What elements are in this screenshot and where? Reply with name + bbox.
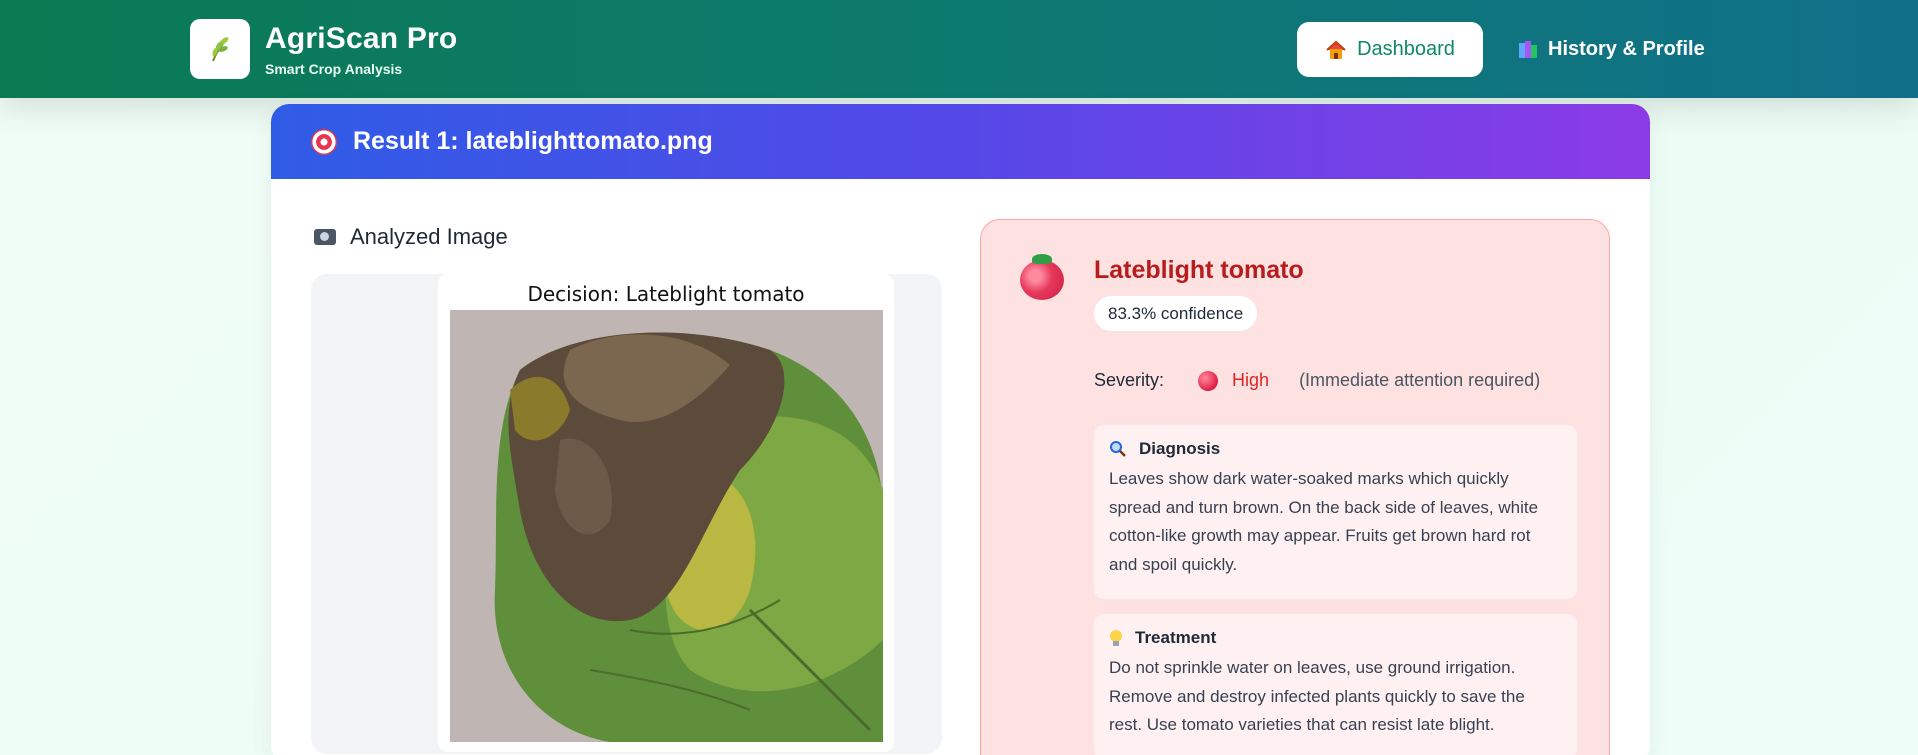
books-icon [1518, 40, 1538, 60]
top-navbar: AgriScan Pro Smart Crop Analysis Dashboa… [0, 0, 1918, 98]
diagnosis-title: Diagnosis [1139, 439, 1221, 458]
analyzed-image-panel: Decision: Lateblight tomato [311, 274, 942, 754]
treatment-text: Do not sprinkle water on leaves, use gro… [1109, 658, 1525, 734]
tomato-icon [1020, 254, 1064, 300]
diagnosis-heading: Diagnosis [1109, 439, 1562, 459]
severity-label: Severity: [1094, 370, 1165, 390]
result-card: Result 1: lateblighttomato.png Analyzed … [271, 104, 1650, 755]
app-subtitle: Smart Crop Analysis [265, 61, 403, 77]
leaf-photo[interactable] [450, 310, 883, 742]
disease-name: Lateblight tomato [1094, 256, 1304, 284]
diagnosis-panel: Lateblight tomato 83.3% confidence Sever… [980, 219, 1610, 755]
treatment-title: Treatment [1135, 628, 1217, 647]
decision-caption: Decision: Lateblight tomato [527, 282, 805, 306]
analyzed-image-heading: Analyzed Image [314, 224, 508, 250]
diagnosis-text: Leaves show dark water-soaked marks whic… [1109, 469, 1539, 574]
treatment-box: Treatment Do not sprinkle water on leave… [1094, 614, 1577, 755]
light-bulb-icon [1109, 629, 1123, 647]
house-icon [1325, 40, 1347, 60]
confidence-badge: 83.3% confidence [1094, 296, 1258, 331]
treatment-heading: Treatment [1109, 628, 1562, 648]
red-circle-icon [1198, 370, 1219, 391]
severity-level: High [1232, 370, 1270, 390]
severity-row: Severity: High (Immediate attention requ… [1094, 370, 1540, 391]
magnifying-glass-icon [1109, 440, 1127, 458]
sprout-icon [212, 37, 229, 62]
dashboard-nav-button[interactable]: Dashboard [1297, 22, 1483, 77]
dashboard-nav-label: Dashboard [1357, 38, 1455, 60]
severity-note: (Immediate attention required) [1299, 370, 1541, 390]
history-profile-nav-link[interactable]: History & Profile [1518, 22, 1705, 77]
result-card-header: Result 1: lateblighttomato.png [271, 104, 1650, 179]
analyzed-image-label: Analyzed Image [350, 224, 508, 249]
app-logo[interactable] [190, 19, 250, 79]
target-icon [311, 128, 337, 155]
app-title: AgriScan Pro [265, 22, 458, 55]
analyzed-image-frame: Decision: Lateblight tomato [438, 274, 894, 752]
result-title: Result 1: lateblighttomato.png [353, 127, 713, 155]
diagnosis-box: Diagnosis Leaves show dark water-soaked … [1094, 425, 1577, 599]
camera-icon [314, 229, 336, 245]
history-profile-nav-label: History & Profile [1548, 38, 1705, 60]
